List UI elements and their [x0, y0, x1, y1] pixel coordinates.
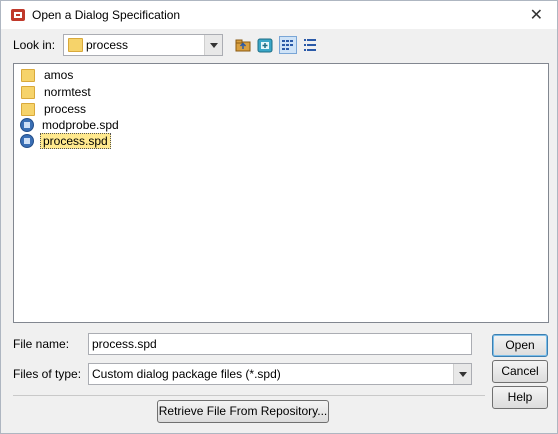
- dialog-window: Open a Dialog Specification ✕ Look in: p…: [0, 0, 558, 434]
- window-title: Open a Dialog Specification: [32, 8, 181, 22]
- files-of-type-select[interactable]: Custom dialog package files (*.spd): [88, 363, 472, 385]
- title-bar: Open a Dialog Specification ✕: [1, 1, 557, 29]
- list-item[interactable]: amos: [20, 67, 75, 83]
- file-name: normtest: [44, 85, 91, 99]
- folder-icon: [21, 68, 35, 82]
- up-folder-icon[interactable]: [234, 36, 252, 54]
- list-item[interactable]: process: [20, 101, 88, 117]
- chevron-down-icon[interactable]: [204, 35, 222, 55]
- file-name-input[interactable]: process.spd: [88, 333, 472, 355]
- folder-icon: [68, 38, 83, 52]
- files-of-type-value: Custom dialog package files (*.spd): [92, 367, 281, 381]
- spd-file-icon: [20, 134, 34, 148]
- close-icon[interactable]: ✕: [530, 5, 543, 25]
- list-view-icon[interactable]: [279, 36, 297, 54]
- files-of-type-label: Files of type:: [13, 367, 82, 381]
- look-in-label: Look in:: [13, 38, 55, 52]
- file-name: process: [44, 102, 87, 116]
- look-in-select[interactable]: process: [63, 34, 223, 56]
- file-name-label: File name:: [13, 337, 70, 351]
- list-item[interactable]: modprobe.spd: [20, 117, 121, 133]
- spd-file-icon: [20, 118, 34, 132]
- list-item[interactable]: normtest: [20, 84, 93, 100]
- details-view-icon[interactable]: [301, 36, 319, 54]
- chevron-down-icon[interactable]: [453, 364, 471, 384]
- retrieve-from-repository-button[interactable]: Retrieve File From Repository...: [157, 400, 329, 423]
- file-name: amos: [44, 68, 74, 82]
- app-icon: [11, 9, 25, 21]
- new-folder-icon[interactable]: [256, 36, 274, 54]
- divider: [13, 395, 485, 396]
- folder-icon: [21, 85, 35, 99]
- help-button[interactable]: Help: [492, 386, 548, 409]
- folder-icon: [21, 102, 35, 116]
- file-name: process.spd: [40, 133, 111, 149]
- open-button[interactable]: Open: [492, 334, 548, 357]
- look-in-label-text: Look in:: [13, 38, 56, 52]
- file-list[interactable]: amos normtest process modprobe.spd proce…: [13, 63, 549, 323]
- look-in-value: process: [86, 38, 129, 52]
- list-item-selected[interactable]: process.spd: [20, 133, 111, 149]
- file-name: modprobe.spd: [42, 118, 119, 132]
- file-name-value: process.spd: [92, 337, 157, 351]
- cancel-button[interactable]: Cancel: [492, 360, 548, 383]
